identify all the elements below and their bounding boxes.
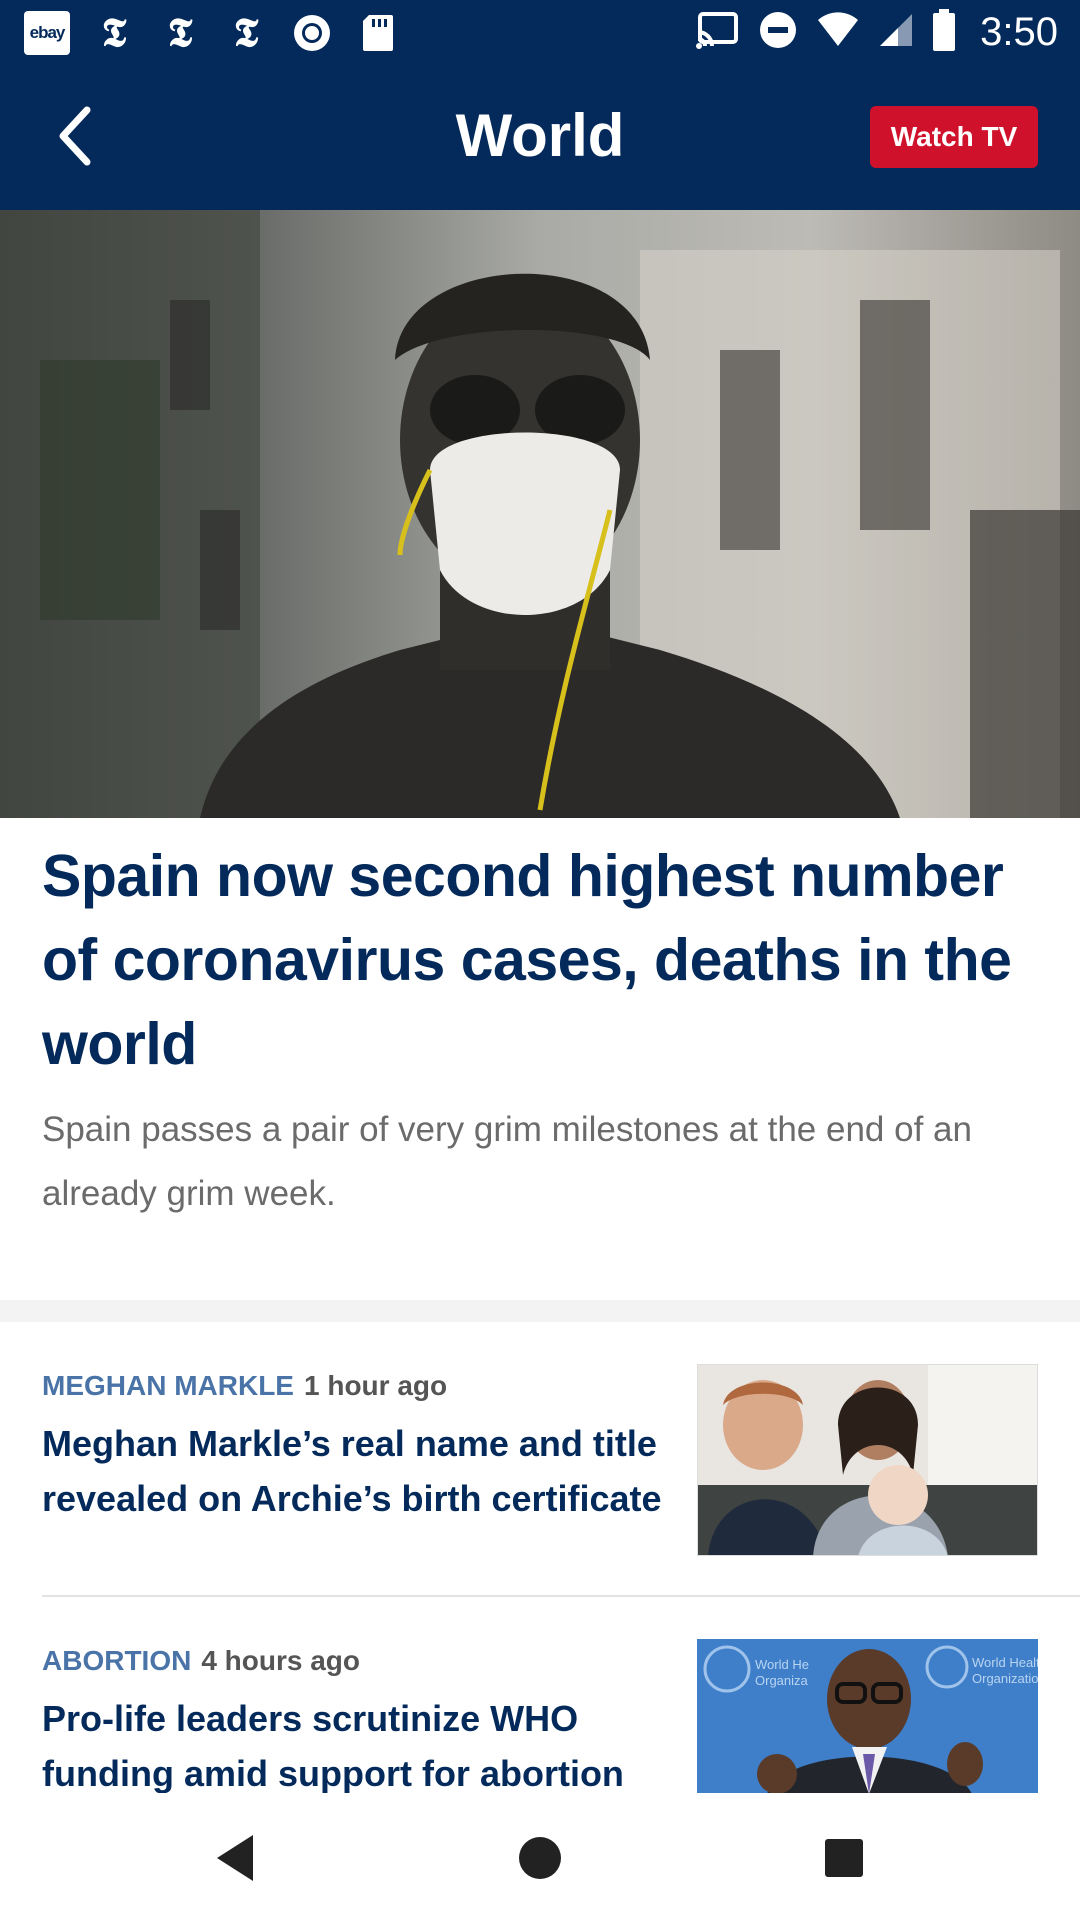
hero-image[interactable] [0, 210, 1080, 818]
nav-recents-button[interactable] [809, 1823, 879, 1893]
svg-text:Organiza: Organiza [755, 1673, 809, 1688]
status-bar: ebay 𝕿 𝕿 𝕿 3:50 [0, 0, 1080, 63]
hero-summary: Spain passes a pair of very grim milesto… [42, 1110, 972, 1213]
notification-icons: ebay 𝕿 𝕿 𝕿 [24, 11, 400, 55]
nyt-icon: 𝕿 [233, 9, 259, 56]
story-title[interactable]: Pro-life leaders scrutinize WHO funding … [42, 1691, 682, 1801]
back-button[interactable] [40, 101, 110, 171]
story-item[interactable]: MEGHAN MARKLE 1 hour ago Meghan Markle’s … [0, 1322, 1080, 1592]
story-thumbnail[interactable] [697, 1364, 1038, 1556]
story-tag[interactable]: ABORTION [42, 1645, 191, 1676]
svg-text:Organization: Organization [972, 1671, 1038, 1686]
story-title[interactable]: Meghan Markle’s real name and title reve… [42, 1416, 682, 1526]
system-nav-bar [0, 1793, 1080, 1920]
back-triangle-icon [217, 1835, 253, 1881]
watch-tv-button[interactable]: Watch TV [870, 106, 1038, 168]
story-meta: ABORTION 4 hours ago [42, 1645, 360, 1677]
recents-square-icon [825, 1839, 863, 1877]
story-time: 1 hour ago [304, 1370, 448, 1401]
story-tag[interactable]: MEGHAN MARKLE [42, 1370, 294, 1401]
battery-icon [932, 8, 956, 57]
ebay-icon: ebay [24, 11, 70, 55]
cast-icon [696, 10, 740, 55]
section-divider [0, 1300, 1080, 1322]
nav-home-button[interactable] [505, 1823, 575, 1893]
story-thumbnail[interactable]: World He Organiza World Health Organizat… [697, 1639, 1038, 1794]
story-meta: MEGHAN MARKLE 1 hour ago [42, 1370, 447, 1402]
sd-card-icon [356, 11, 400, 55]
wifi-icon [816, 10, 860, 55]
clock: 3:50 [980, 10, 1058, 54]
nyt-icon: 𝕿 [167, 9, 193, 56]
chevron-left-icon [59, 106, 91, 166]
nav-back-button[interactable] [200, 1823, 270, 1893]
hero-headline[interactable]: Spain now second highest number of coron… [42, 834, 1042, 1086]
top-app-bar: World Watch TV [0, 63, 1080, 210]
svg-text:World Health: World Health [972, 1655, 1038, 1670]
ebay-icon-label: ebay [29, 23, 66, 42]
do-not-disturb-icon [758, 10, 798, 55]
record-icon [290, 11, 334, 55]
system-icons: 3:50 [696, 8, 1058, 57]
home-circle-icon [519, 1837, 561, 1879]
nyt-icon: 𝕿 [101, 9, 127, 56]
signal-icon [878, 10, 914, 55]
who-logo-text: World He [755, 1657, 809, 1672]
story-time: 4 hours ago [201, 1645, 361, 1676]
